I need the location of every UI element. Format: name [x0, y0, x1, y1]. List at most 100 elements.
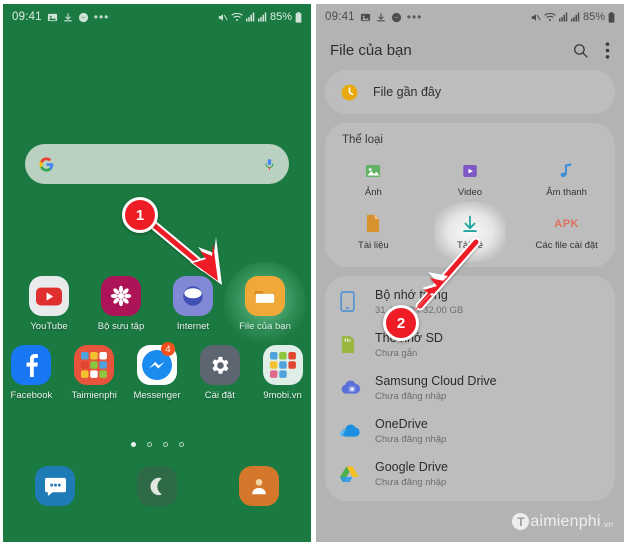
- storage-text: Google Drive Chưa đăng nhập: [375, 460, 448, 488]
- app-facebook[interactable]: Facebook: [3, 345, 60, 401]
- app-youtube[interactable]: YouTube: [20, 276, 78, 332]
- annotation-marker-1: 1: [122, 197, 158, 233]
- category-photos[interactable]: Ảnh: [325, 152, 422, 205]
- app-label: YouTube: [30, 321, 68, 332]
- status-bar-right-group: 85%: [530, 11, 615, 23]
- app-9mobi-folder[interactable]: 9mobi.vn: [254, 345, 311, 401]
- app-settings[interactable]: Cài đặt: [191, 345, 248, 401]
- storage-row-sdcard[interactable]: Thẻ nhớ SD Chưa gắn: [325, 323, 615, 366]
- status-bar-right: 09:41 ••• 85%: [316, 4, 624, 30]
- category-documents[interactable]: Tài liệu: [325, 205, 422, 258]
- page-dot[interactable]: [146, 442, 152, 447]
- download-arrow-icon: [460, 213, 480, 235]
- battery-icon: [608, 11, 615, 23]
- google-search-bar[interactable]: [25, 144, 289, 184]
- watermark-suffix: .vn: [601, 519, 613, 529]
- volume-off-icon: [217, 12, 228, 23]
- storage-row-google-drive[interactable]: Google Drive Chưa đăng nhập: [325, 452, 615, 495]
- contacts-icon[interactable]: [239, 466, 279, 506]
- watermark-text: aimienphi: [530, 513, 601, 530]
- messenger-icon: [391, 12, 402, 23]
- storage-name: OneDrive: [375, 416, 428, 431]
- category-downloads[interactable]: Tải về: [422, 201, 519, 262]
- app-my-files[interactable]: File của bạn: [224, 262, 306, 346]
- app-taimienphi-folder[interactable]: Taimienphi: [66, 345, 123, 401]
- app-row-2: Facebook Taimienphi 4 Messenger Cài đặt …: [3, 342, 311, 401]
- watermark-logo-icon: T: [512, 513, 530, 530]
- video-icon: [461, 160, 479, 182]
- file-manager-panel: 09:41 ••• 85% File của bạn File gần đây …: [316, 4, 624, 542]
- clock-icon: [340, 83, 359, 102]
- home-screen-panel: 09:41 ••• 85% YouTube Bộ sưu tập Interne…: [3, 4, 311, 542]
- category-audio[interactable]: Âm thanh: [518, 152, 615, 205]
- battery-percent: 85%: [582, 11, 605, 23]
- photo-icon: [364, 160, 382, 182]
- page-dot-active[interactable]: [130, 442, 136, 447]
- samsung-cloud-icon: [340, 379, 366, 396]
- status-bar-right-group: 85%: [217, 11, 302, 23]
- storage-name: Bộ nhớ trong: [375, 287, 448, 302]
- app-label: Cài đặt: [204, 390, 235, 401]
- storage-row-internal[interactable]: Bộ nhớ trong 31,43 GB / 32,00 GB: [325, 280, 615, 323]
- apk-icon-text: APK: [554, 217, 579, 230]
- app-label: Taimienphi: [71, 390, 117, 401]
- more-dots-icon: •••: [406, 10, 423, 24]
- more-dots-icon: •••: [93, 10, 110, 24]
- folder-icon: [74, 345, 115, 385]
- category-label: Âm thanh: [546, 186, 587, 198]
- storage-row-samsung-cloud[interactable]: Samsung Cloud Drive Chưa đăng nhập: [325, 366, 615, 409]
- messenger-icon: [78, 12, 89, 23]
- file-manager-body: File của bạn File gần đây Thể loại Ảnh V…: [316, 30, 624, 542]
- category-video[interactable]: Video: [422, 152, 519, 205]
- phone-icon[interactable]: [137, 466, 177, 506]
- category-apk[interactable]: APK Các file cài đặt: [518, 205, 615, 258]
- battery-icon: [295, 11, 302, 23]
- onedrive-icon: [340, 423, 366, 438]
- header-actions: [572, 41, 610, 59]
- internet-icon: [173, 276, 213, 316]
- page-dot[interactable]: [178, 442, 184, 447]
- status-bar-left-group: 09:41 •••: [325, 10, 422, 24]
- app-messenger[interactable]: 4 Messenger: [129, 342, 186, 401]
- signal-icon: [558, 12, 568, 22]
- app-label: Internet: [176, 321, 210, 332]
- more-vertical-icon[interactable]: [605, 41, 610, 59]
- volume-off-icon: [530, 12, 541, 23]
- storage-card: Bộ nhớ trong 31,43 GB / 32,00 GB Thẻ nhớ…: [325, 276, 615, 501]
- app-label: 9mobi.vn: [263, 390, 302, 401]
- category-label: Video: [457, 186, 483, 198]
- messenger-icon: 4: [136, 342, 177, 385]
- category-label: Ảnh: [364, 186, 382, 198]
- folder-icon: [262, 345, 303, 385]
- storage-text: OneDrive Chưa đăng nhập: [375, 417, 446, 445]
- audio-note-icon: [558, 160, 575, 182]
- gallery-icon: [101, 276, 141, 316]
- google-g-icon: [38, 156, 55, 173]
- recent-files-label: File gần đây: [373, 85, 442, 99]
- battery-percent: 85%: [269, 11, 292, 23]
- storage-row-onedrive[interactable]: OneDrive Chưa đăng nhập: [325, 409, 615, 452]
- app-gallery[interactable]: Bộ sưu tập: [92, 276, 150, 332]
- app-label: Messenger: [133, 390, 181, 401]
- page-indicator: [3, 442, 311, 447]
- recent-files-row[interactable]: File gần đây: [325, 70, 615, 114]
- phone-storage-icon: [340, 291, 366, 312]
- storage-name: Google Drive: [375, 459, 448, 474]
- download-icon: [376, 12, 386, 23]
- notification-badge: 4: [160, 342, 175, 356]
- status-bar-left: 09:41 ••• 85%: [3, 4, 311, 30]
- settings-gear-icon: [199, 345, 240, 385]
- wifi-icon: [231, 12, 243, 22]
- app-row-1: YouTube Bộ sưu tập Internet: [3, 262, 311, 346]
- signal-icon: [257, 12, 267, 22]
- messages-icon[interactable]: [35, 466, 75, 506]
- page-dot[interactable]: [162, 442, 168, 447]
- image-icon: [47, 12, 58, 23]
- dock: [3, 466, 311, 506]
- facebook-icon: [11, 345, 52, 385]
- status-time: 09:41: [325, 11, 355, 23]
- microphone-icon[interactable]: [263, 157, 276, 172]
- app-internet[interactable]: Internet: [164, 276, 222, 332]
- search-icon[interactable]: [572, 42, 589, 59]
- recent-files-card[interactable]: File gần đây: [325, 70, 615, 114]
